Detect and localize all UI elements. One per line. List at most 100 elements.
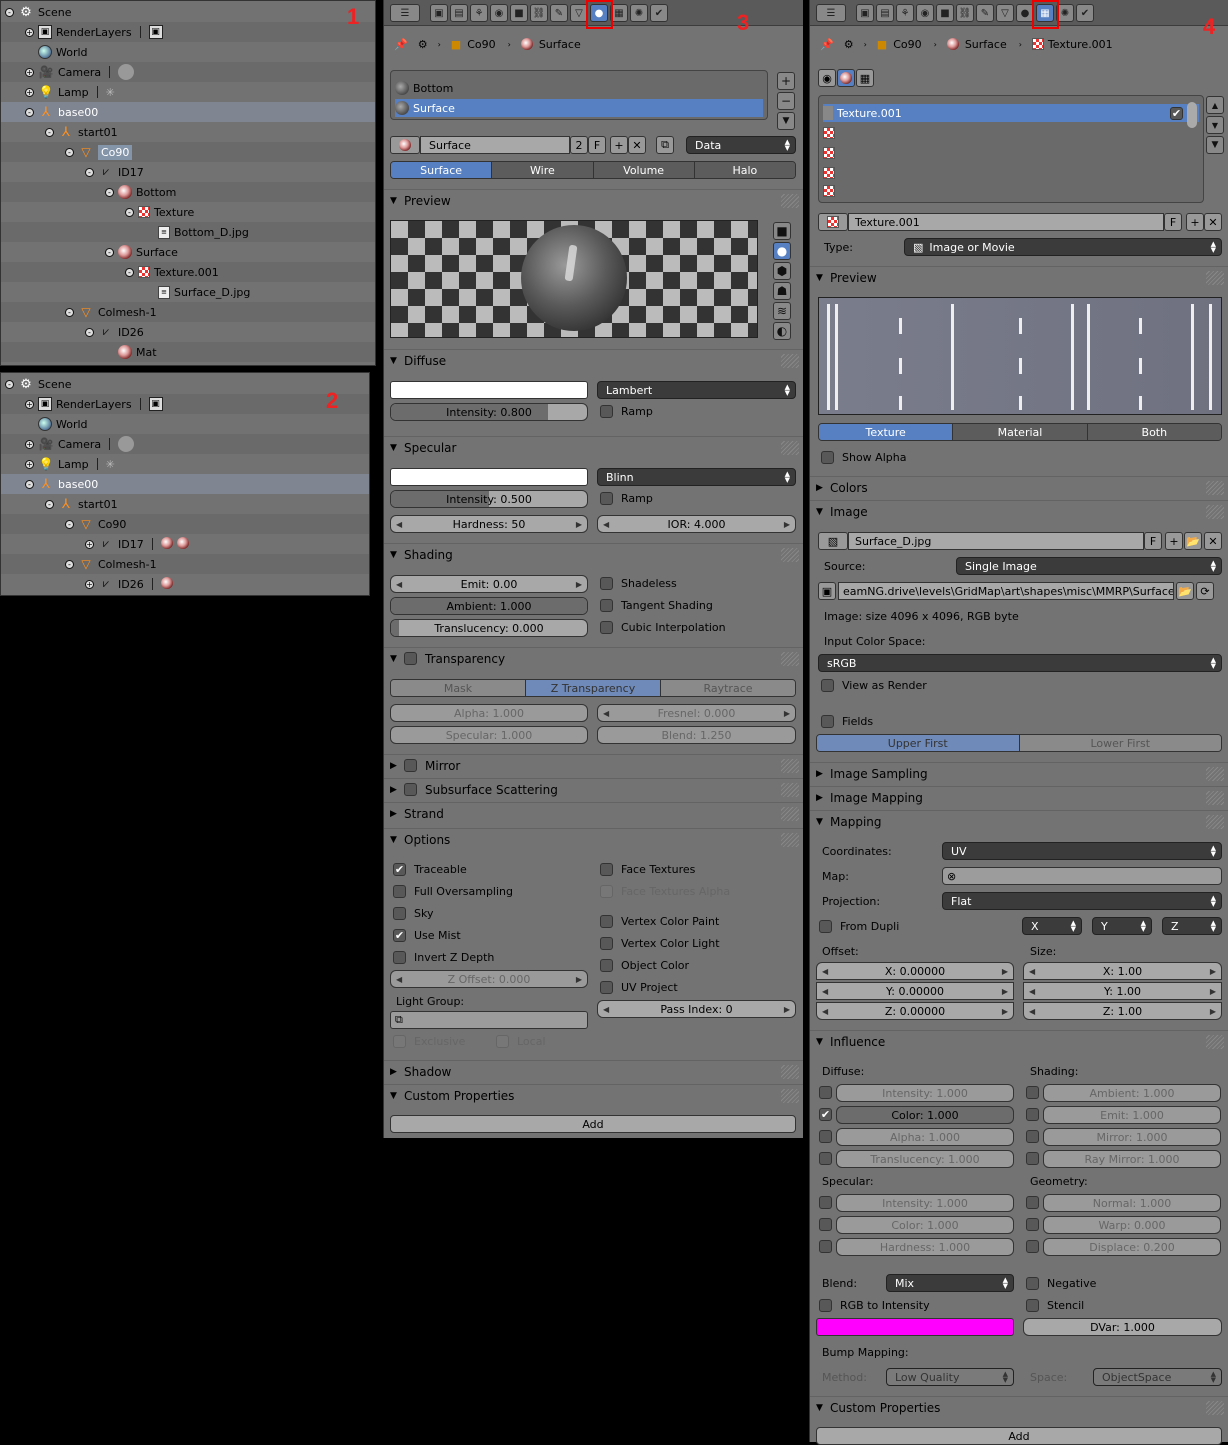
outliner-label[interactable]: Co90: [98, 144, 133, 160]
modifiers-tab-icon[interactable]: ✎: [976, 4, 994, 22]
object-color-checkbox[interactable]: Object Color: [600, 959, 689, 972]
outliner-label[interactable]: ID17: [118, 166, 144, 179]
specular-panel-header[interactable]: ▼ Specular: [384, 436, 803, 458]
constraints-tab-icon[interactable]: ⛓: [530, 4, 548, 22]
texture-name-field[interactable]: Texture.001: [848, 213, 1164, 231]
outliner-label[interactable]: Lamp: [58, 86, 89, 99]
offset-z-field[interactable]: ◀ Z: 0.00000 ▶: [816, 1002, 1014, 1020]
world-tab-icon[interactable]: ◉: [490, 4, 508, 22]
from-dupli-checkbox[interactable]: From Dupli: [819, 920, 899, 933]
cubic-interpolation-checkbox[interactable]: Cubic Interpolation: [600, 621, 726, 634]
diffuse-color-swatch[interactable]: [390, 381, 588, 399]
outliner-label[interactable]: RenderLayers: [56, 26, 132, 39]
tab-volume[interactable]: Volume: [593, 162, 695, 178]
outliner-label[interactable]: base00: [58, 478, 98, 491]
object-tab-icon[interactable]: ■: [936, 4, 954, 22]
pack-icon[interactable]: ▣: [818, 582, 836, 600]
geometry-warp-slider[interactable]: Warp: 0.000: [1043, 1216, 1221, 1234]
material-texture-context-icon[interactable]: [837, 69, 855, 87]
tab-halo[interactable]: Halo: [694, 162, 795, 178]
tab-material[interactable]: Material: [953, 424, 1088, 440]
outliner-row[interactable]: ≡ Surface_D.jpg: [1, 282, 375, 302]
outliner-label[interactable]: Co90: [98, 518, 126, 531]
collapse-icon[interactable]: -: [65, 519, 74, 529]
transparency-panel-header[interactable]: ▼ Transparency: [384, 647, 803, 669]
specular-intensity-slider[interactable]: Intensity: 1.000: [836, 1194, 1014, 1212]
slot-specials-button[interactable]: ▼: [777, 112, 795, 130]
preview-sky-icon[interactable]: ◐: [773, 322, 791, 340]
list-item[interactable]: Surface: [395, 99, 763, 117]
outliner-label[interactable]: Colmesh-1: [98, 306, 157, 319]
tab-surface[interactable]: Surface: [391, 162, 493, 178]
editor-type-button[interactable]: ☰: [390, 4, 420, 22]
list-item[interactable]: Texture.001 ✔: [823, 104, 1199, 122]
emit-field[interactable]: ◀ Emit: 0.00 ▶: [390, 575, 588, 593]
browse-image-button[interactable]: ▧: [818, 532, 848, 550]
pin-icon[interactable]: 📌: [394, 38, 408, 51]
object-tab-icon[interactable]: ■: [510, 4, 528, 22]
outliner-label[interactable]: Surface: [136, 246, 178, 259]
collapse-icon[interactable]: -: [65, 147, 74, 157]
mirror-panel-header[interactable]: ▶ Mirror: [384, 754, 803, 776]
custom-properties-panel-header[interactable]: ▼ Custom Properties: [384, 1084, 803, 1106]
outliner-row[interactable]: - Surface: [1, 242, 375, 262]
preview-monkey-icon[interactable]: ☗: [773, 282, 791, 300]
invert-z-checkbox[interactable]: Invert Z Depth: [393, 951, 494, 964]
tab-mask[interactable]: Mask: [391, 680, 526, 696]
collapse-icon[interactable]: -: [25, 479, 34, 489]
outliner-label[interactable]: Lamp: [58, 458, 89, 471]
move-up-button[interactable]: ▲: [1206, 96, 1224, 114]
outliner-label[interactable]: ID17: [118, 538, 144, 551]
expand-icon[interactable]: +: [85, 539, 94, 549]
preview-cube-icon[interactable]: ⬢: [773, 262, 791, 280]
tab-lower-first[interactable]: Lower First: [1019, 735, 1221, 751]
vertex-color-paint-checkbox[interactable]: Vertex Color Paint: [600, 915, 719, 928]
list-item[interactable]: [823, 164, 1199, 182]
camera-data-icon[interactable]: [118, 64, 135, 80]
render-tab-icon[interactable]: ▣: [430, 4, 448, 22]
render-layer-icon[interactable]: ▣: [148, 397, 163, 411]
preview-flat-icon[interactable]: ■: [773, 222, 791, 240]
scene-tab-icon[interactable]: ⚘: [470, 4, 488, 22]
list-item[interactable]: [823, 124, 1199, 142]
texture-slot-list[interactable]: Texture.001 ✔: [818, 95, 1204, 203]
tab-wire[interactable]: Wire: [492, 162, 594, 178]
other-texture-context-icon[interactable]: ▦: [856, 69, 874, 87]
outliner-label[interactable]: Colmesh-1: [98, 558, 157, 571]
outliner-row[interactable]: + 🎥 Camera: [1, 434, 369, 454]
link-select[interactable]: Data ▲ ▼: [686, 136, 796, 154]
alpha-slider[interactable]: Alpha: 1.000: [390, 704, 588, 722]
traceable-checkbox[interactable]: ✔ Traceable: [393, 863, 467, 876]
outliner-label[interactable]: base00: [58, 106, 98, 119]
vertex-color-light-checkbox[interactable]: Vertex Color Light: [600, 937, 720, 950]
render-tab-icon[interactable]: ▣: [856, 4, 874, 22]
outliner-row[interactable]: + ⩗ ID17: [1, 534, 369, 554]
options-panel-header[interactable]: ▼ Options: [384, 828, 803, 850]
material-name-field[interactable]: Surface: [420, 136, 570, 154]
outliner-row[interactable]: + 💡 Lamp ✳: [1, 454, 369, 474]
dvar-field[interactable]: DVar: 1.000: [1023, 1318, 1222, 1336]
diffuse-color-slider[interactable]: Color: 1.000: [836, 1106, 1014, 1124]
outliner-row[interactable]: - ⩗ ID17: [1, 162, 375, 182]
camera-data-icon[interactable]: [118, 436, 135, 452]
world-texture-context-icon[interactable]: ◉: [818, 69, 836, 87]
input-color-space-select[interactable]: sRGB ▲ ▼: [818, 654, 1222, 672]
light-group-field[interactable]: ⧉: [390, 1011, 588, 1029]
outliner-label[interactable]: World: [56, 46, 88, 59]
sky-checkbox[interactable]: Sky: [393, 907, 433, 920]
strand-panel-header[interactable]: ▶ Strand: [384, 802, 803, 824]
local-checkbox[interactable]: Local: [496, 1035, 546, 1048]
unlink-texture-button[interactable]: ✕: [1204, 213, 1222, 231]
modifiers-tab-icon[interactable]: ✎: [550, 4, 568, 22]
projection-select[interactable]: Flat ▲ ▼: [942, 892, 1222, 910]
size-z-field[interactable]: ◀ Z: 1.00 ▶: [1023, 1002, 1222, 1020]
offset-y-field[interactable]: ◀ Y: 0.00000 ▶: [816, 982, 1014, 1000]
blend-field[interactable]: Blend: 1.250: [597, 726, 796, 744]
world-tab-icon[interactable]: ◉: [916, 4, 934, 22]
use-mist-checkbox[interactable]: ✔ Use Mist: [393, 929, 461, 942]
slot-enabled-checkbox[interactable]: ✔: [1170, 106, 1183, 120]
outliner-row[interactable]: + ▣ RenderLayers ▣: [1, 394, 369, 414]
collapse-icon[interactable]: -: [105, 187, 114, 197]
preview-sphere-icon[interactable]: ●: [773, 242, 791, 260]
expand-icon[interactable]: +: [85, 579, 94, 589]
